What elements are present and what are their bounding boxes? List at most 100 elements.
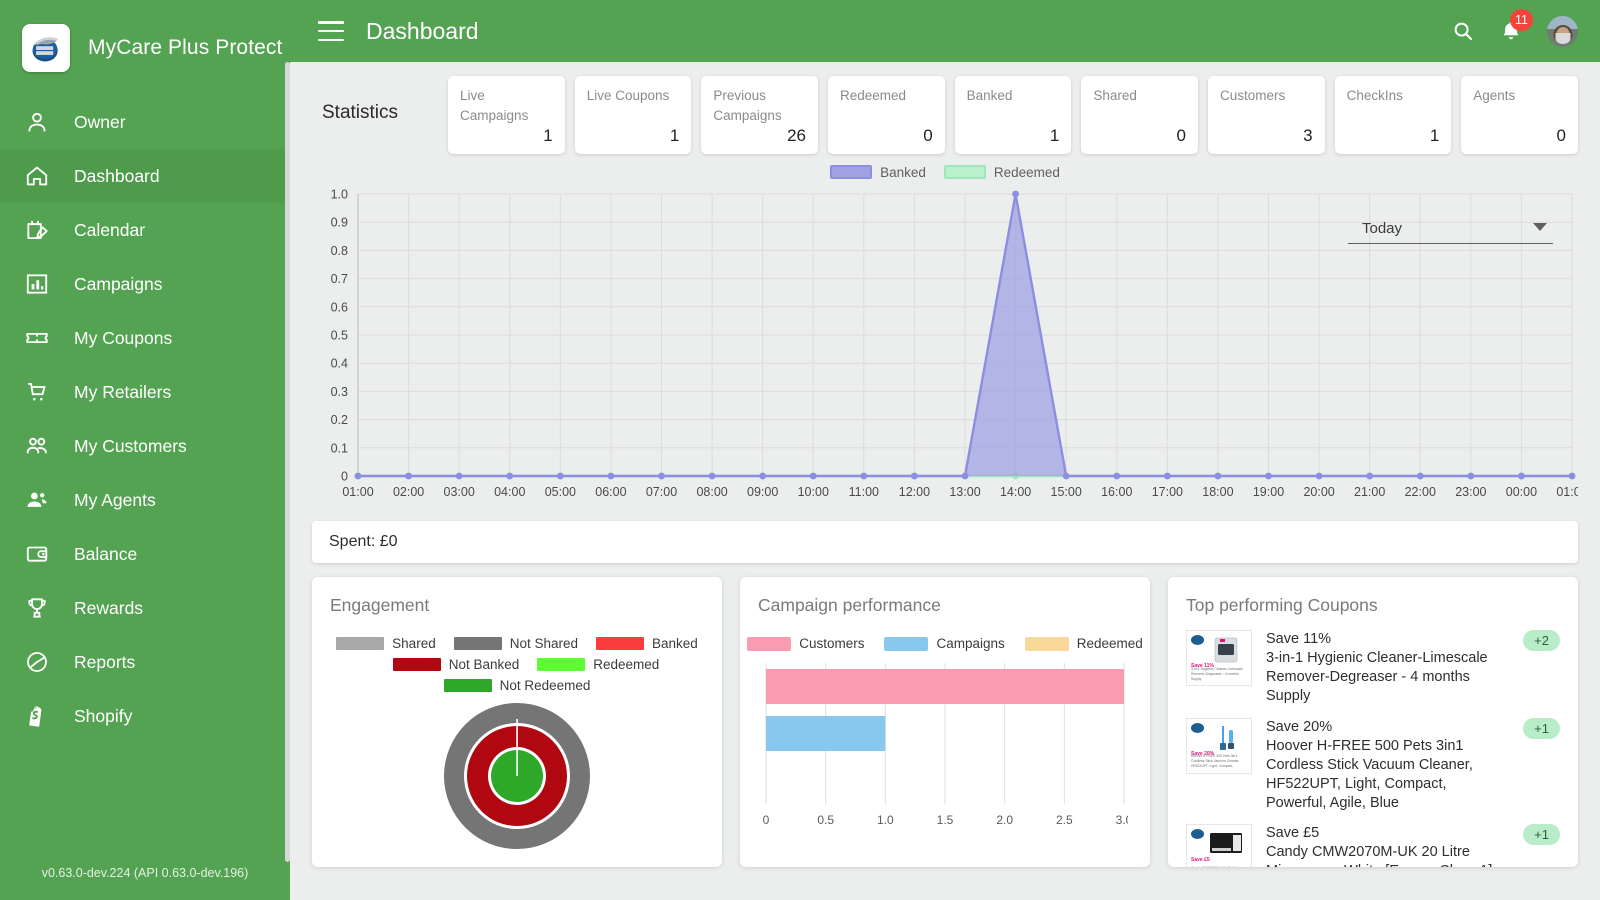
product-image	[1209, 636, 1243, 664]
svg-text:12:00: 12:00	[899, 485, 930, 499]
product-image	[1209, 724, 1243, 752]
sidebar-item-my-agents[interactable]: My Agents	[0, 473, 290, 527]
avatar[interactable]	[1547, 16, 1578, 47]
svg-text:22:00: 22:00	[1405, 485, 1436, 499]
search-icon[interactable]	[1451, 19, 1475, 43]
trophy-icon	[24, 595, 50, 621]
sidebar-item-my-coupons[interactable]: My Coupons	[0, 311, 290, 365]
stat-value: 1	[587, 126, 680, 146]
coupon-list-item[interactable]: Save 20%Hoover H-FREE 500 Pets 3in1 Cord…	[1186, 718, 1560, 814]
stat-card-customers[interactable]: Customers 3	[1208, 76, 1325, 154]
donut-start-line	[516, 719, 518, 776]
sidebar-item-label: Reports	[74, 652, 135, 673]
sidebar-item-my-retailers[interactable]: My Retailers	[0, 365, 290, 419]
stat-card-checkins[interactable]: CheckIns 1	[1335, 76, 1452, 154]
legend-swatch	[444, 679, 492, 692]
panel-title: Engagement	[330, 595, 704, 616]
content-area: Dashboard 11	[290, 0, 1600, 900]
legend-item-not-redeemed[interactable]: Not Redeemed	[444, 678, 591, 693]
svg-text:18:00: 18:00	[1202, 485, 1233, 499]
coupon-description: Candy CMW2070M-UK 20 Litre Microwave- Wh…	[1266, 844, 1492, 867]
coupon-text: Save £5Candy CMW2070M-UK 20 Litre Microw…	[1266, 824, 1501, 867]
legend-label: Redeemed	[994, 165, 1060, 180]
legend-item-redeemed[interactable]: Redeemed	[1025, 636, 1143, 651]
stat-card-shared[interactable]: Shared 0	[1081, 76, 1198, 154]
legend-item-banked[interactable]: Banked	[830, 165, 926, 180]
stat-card-live-campaigns[interactable]: Live Campaigns 1	[448, 76, 565, 154]
legend-item-shared[interactable]: Shared	[336, 636, 436, 651]
sidebar-item-calendar[interactable]: Calendar	[0, 203, 290, 257]
svg-text:21:00: 21:00	[1354, 485, 1385, 499]
thumb-description: 3-in-1 Hygienic Cleaner-Limescale Remove…	[1191, 667, 1247, 682]
svg-text:1.0: 1.0	[331, 188, 348, 202]
sidebar-item-shopify[interactable]: Shopify	[0, 689, 290, 743]
stat-card-banked[interactable]: Banked 1	[955, 76, 1072, 154]
legend-item-not-shared[interactable]: Not Shared	[454, 636, 578, 651]
coupon-description: Hoover H-FREE 500 Pets 3in1 Cordless Sti…	[1266, 738, 1473, 811]
legend-swatch	[537, 658, 585, 671]
stat-value: 1	[967, 126, 1060, 146]
thumb-description: Candy CMW2070M-UK 20 Litre Microwave- Wh…	[1191, 866, 1247, 867]
thumb-description: Hoover H-FREE 500 Pets 3in1 Cordless Sti…	[1191, 754, 1247, 769]
legend-swatch	[944, 165, 986, 179]
svg-text:09:00: 09:00	[747, 485, 778, 499]
nested-donut-svg	[442, 701, 592, 851]
sidebar-item-label: My Customers	[74, 436, 187, 457]
sidebar: MyCare Plus Protect Owner Dashbo	[0, 0, 290, 900]
stat-value: 0	[840, 126, 933, 146]
sidebar-item-my-customers[interactable]: My Customers	[0, 419, 290, 473]
coupon-list-item[interactable]: Save 11%3-in-1 Hygienic Cleaner-Limescal…	[1186, 630, 1560, 707]
topbar-actions: 11	[1451, 16, 1578, 47]
sidebar-item-label: My Agents	[74, 490, 156, 511]
stat-label: Customers	[1220, 86, 1313, 106]
sidebar-item-dashboard[interactable]: Dashboard	[0, 149, 290, 203]
stat-value: 1	[1347, 126, 1440, 146]
wallet-icon	[24, 541, 50, 567]
bottom-panels: Engagement Shared Not Shared Banked Not Ban…	[290, 563, 1600, 867]
sidebar-item-owner[interactable]: Owner	[0, 95, 290, 149]
legend-item-redeemed[interactable]: Redeemed	[537, 657, 659, 672]
page-title: Dashboard	[366, 18, 479, 45]
sidebar-nav: Owner Dashboard Calenda	[0, 95, 290, 743]
stat-card-previous-campaigns[interactable]: Previous Campaigns 26	[701, 76, 818, 154]
svg-text:0.4: 0.4	[331, 357, 348, 371]
stat-card-live-coupons[interactable]: Live Coupons 1	[575, 76, 692, 154]
coupon-list: Save 11%3-in-1 Hygienic Cleaner-Limescal…	[1186, 630, 1560, 867]
svg-text:0.3: 0.3	[331, 385, 348, 399]
sidebar-item-balance[interactable]: Balance	[0, 527, 290, 581]
hamburger-icon[interactable]	[318, 21, 344, 41]
sidebar-item-reports[interactable]: Reports	[0, 635, 290, 689]
statistics-row: Statistics Live Campaigns 1 Live Coupons…	[290, 62, 1600, 154]
legend-item-redeemed[interactable]: Redeemed	[944, 165, 1060, 180]
svg-text:13:00: 13:00	[949, 485, 980, 499]
legend-swatch	[596, 637, 644, 650]
coupon-text: Save 11%3-in-1 Hygienic Cleaner-Limescal…	[1266, 630, 1501, 707]
bar-chart-icon	[24, 271, 50, 297]
brand[interactable]: MyCare Plus Protect	[0, 0, 290, 95]
svg-text:3.0: 3.0	[1116, 813, 1128, 827]
legend-item-banked[interactable]: Banked	[596, 636, 698, 651]
svg-text:0.9: 0.9	[331, 216, 348, 230]
legend-item-not-banked[interactable]: Not Banked	[393, 657, 520, 672]
coupon-save-label: Save £5	[1266, 824, 1501, 843]
sidebar-item-label: My Retailers	[74, 382, 171, 403]
svg-text:0.8: 0.8	[331, 244, 348, 258]
spent-label: Spent: £0	[329, 533, 398, 551]
legend-item-campaigns[interactable]: Campaigns	[884, 636, 1004, 651]
dashboard-main: Statistics Live Campaigns 1 Live Coupons…	[290, 62, 1600, 900]
activity-chart: Banked Redeemed 00.10.20.30.40.50.60.70.…	[312, 160, 1578, 515]
svg-text:08:00: 08:00	[696, 485, 727, 499]
bell-icon[interactable]: 11	[1499, 19, 1523, 43]
panel-engagement: Engagement Shared Not Shared Banked Not Ban…	[312, 577, 722, 867]
sidebar-item-label: Balance	[74, 544, 137, 565]
stat-value: 0	[1093, 126, 1186, 146]
sidebar-item-rewards[interactable]: Rewards	[0, 581, 290, 635]
coupon-list-item[interactable]: Save £5Candy CMW2070M-UK 20 Litre Microw…	[1186, 824, 1560, 867]
date-range-select[interactable]: Today	[1348, 192, 1553, 244]
stat-card-redeemed[interactable]: Redeemed 0	[828, 76, 945, 154]
stat-label: Banked	[967, 86, 1060, 106]
svg-text:0.6: 0.6	[331, 300, 348, 314]
legend-item-customers[interactable]: Customers	[747, 636, 864, 651]
sidebar-item-campaigns[interactable]: Campaigns	[0, 257, 290, 311]
stat-card-agents[interactable]: Agents 0	[1461, 76, 1578, 154]
